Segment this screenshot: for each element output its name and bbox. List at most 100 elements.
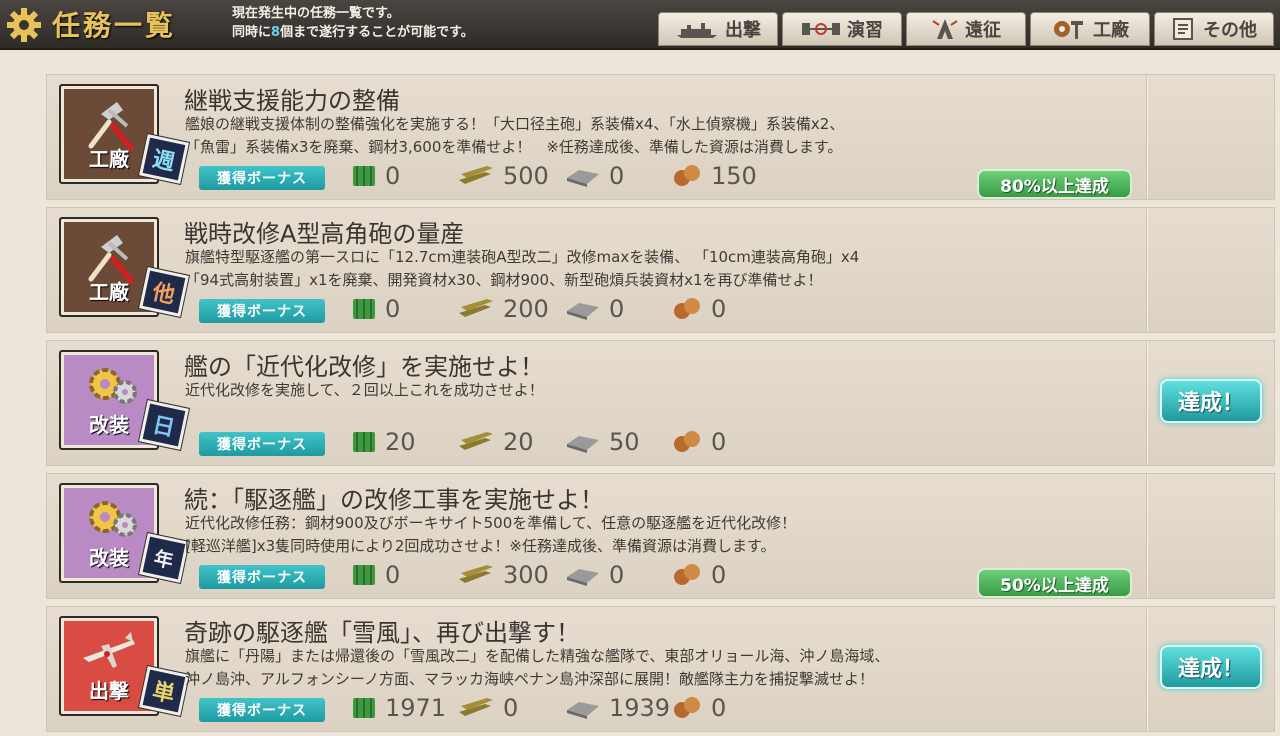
other-icon <box>1173 18 1193 40</box>
reward-fuel: 0 <box>351 560 400 590</box>
card-divider <box>1146 341 1148 465</box>
reward-bauxite-value: 0 <box>711 295 727 323</box>
quest-desc-line-2: [軽巡洋艦]x3隻同時使用により2回成功させよ！※任務達成後、準備資源は消費しま… <box>185 537 776 555</box>
header-bar: 任務一覧 現在発生中の任務一覧です。 同時に8個まで遂行することが可能です。 出… <box>0 0 1280 50</box>
reward-fuel: 0 <box>351 294 400 324</box>
quest-desc-line-1: 近代化改修任務：鋼材900及びボーキサイト500を準備して、任意の駆逐艦を近代化… <box>185 514 797 532</box>
plane-icon <box>83 632 135 668</box>
reward-steel-value: 0 <box>609 561 625 589</box>
bonus-label: 獲得ボーナス <box>199 565 325 589</box>
fuel-icon <box>353 698 375 718</box>
ammo-icon <box>459 432 493 450</box>
steel-icon <box>567 170 599 187</box>
gears-icon <box>89 368 137 404</box>
reward-steel: 0 <box>565 294 624 324</box>
tab-expedition-label: 遠征 <box>965 20 1001 41</box>
arsenal-icon <box>1054 21 1083 39</box>
quest-card[interactable]: 工廠 週 継戦支援能力の整備 艦娘の継戦支援体制の整備強化を実施する！「大口径主… <box>46 74 1275 200</box>
reward-bauxite: 0 <box>671 560 726 590</box>
quest-desc-line-1: 近代化改修を実施して、２回以上これを成功させよ！ <box>185 381 544 399</box>
reward-ammo-value: 0 <box>503 694 519 722</box>
quest-card[interactable]: 改装 年 続：「駆逐艦」の改修工事を実施せよ！ 近代化改修任務：鋼材900及びボ… <box>46 473 1275 599</box>
reward-fuel-value: 0 <box>385 295 401 323</box>
quest-card[interactable]: 改装 日 艦の「近代化改修」を実施せよ！ 近代化改修を実施して、２回以上これを成… <box>46 340 1275 466</box>
reward-ammo: 300 <box>457 560 549 590</box>
quest-desc-line-2: 「94式高射装置」x1を廃棄、開発資材x30、鋼材900、新型砲熕兵装資材x1を… <box>185 271 823 289</box>
fuel-icon <box>353 432 375 452</box>
fuel-icon <box>353 166 375 186</box>
bauxite-icon <box>674 298 700 319</box>
quest-title: 継戦支援能力の整備 <box>184 87 400 115</box>
quest-title: 奇跡の駆逐艦「雪風」、再び出撃す！ <box>184 619 580 647</box>
reward-fuel-value: 0 <box>385 162 401 190</box>
quest-card[interactable]: 出撃 単 奇跡の駆逐艦「雪風」、再び出撃す！ 旗艦に「丹陽」または帰還後の「雪風… <box>46 606 1275 732</box>
achieved-button[interactable]: 達成！ <box>1160 645 1262 689</box>
bauxite-icon <box>674 564 700 585</box>
quest-desc-line-1: 艦娘の継戦支援体制の整備強化を実施する！「大口径主砲」系装備x4、「水上偵察機」… <box>185 115 845 133</box>
desc-line-2-post: 個まで遂行することが可能です。 <box>280 25 474 40</box>
fuel-icon <box>353 565 375 585</box>
reward-ammo: 0 <box>457 693 518 723</box>
reward-fuel-value: 0 <box>385 561 401 589</box>
page-title: 任務一覧 <box>52 9 177 42</box>
tab-other[interactable]: その他 <box>1154 12 1274 46</box>
ammo-icon <box>459 166 493 184</box>
reward-ammo: 20 <box>457 427 534 457</box>
card-divider <box>1146 474 1148 598</box>
gear-icon <box>6 7 42 43</box>
tab-other-label: その他 <box>1203 20 1257 41</box>
reward-bauxite-value: 150 <box>711 162 757 190</box>
quest-title: 戦時改修A型高角砲の量産 <box>184 220 465 248</box>
reward-ammo: 500 <box>457 161 549 191</box>
reward-bauxite-value: 0 <box>711 694 727 722</box>
progress-badge: 50%以上達成 <box>977 568 1132 598</box>
achieved-button[interactable]: 達成！ <box>1160 379 1262 423</box>
quest-title: 続：「駆逐艦」の改修工事を実施せよ！ <box>184 486 604 514</box>
quest-desc-line-2: 「魚雷」系装備x3を廃棄、鋼材3,600を準備せよ！ ※任務達成後、準備した資源… <box>185 138 843 156</box>
quest-desc-line-1: 旗艦に「丹陽」または帰還後の「雪風改二」を配備した精強な艦隊で、東部オリョール海… <box>185 647 890 665</box>
tab-arsenal-label: 工廠 <box>1093 20 1129 41</box>
reward-steel-value: 0 <box>609 295 625 323</box>
ammo-icon <box>459 565 493 583</box>
card-divider <box>1146 75 1148 199</box>
expedition-icon <box>932 19 958 39</box>
quest-description: 近代化改修を実施して、２回以上これを成功させよ！ <box>185 379 1115 402</box>
tab-arsenal[interactable]: 工廠 <box>1030 12 1150 46</box>
steel-icon <box>567 702 599 719</box>
frequency-badge: 週 <box>139 134 189 184</box>
frequency-badge: 単 <box>139 666 189 716</box>
quest-description: 旗艦特型駆逐艦の第一スロに「12.7cm連装砲A型改二」改修maxを装備、 「1… <box>185 246 1115 292</box>
frequency-badge: 年 <box>139 533 189 583</box>
tab-exercise-label: 演習 <box>847 20 883 41</box>
quest-card[interactable]: 工廠 他 戦時改修A型高角砲の量産 旗艦特型駆逐艦の第一スロに「12.7cm連装… <box>46 207 1275 333</box>
frequency-badge: 日 <box>139 400 189 450</box>
reward-bauxite: 0 <box>671 294 726 324</box>
bauxite-icon <box>674 431 700 452</box>
tab-sortie[interactable]: 出撃 <box>658 12 778 46</box>
ammo-icon <box>459 698 493 716</box>
tab-sortie-label: 出撃 <box>725 20 761 41</box>
reward-ammo: 200 <box>457 294 549 324</box>
exercise-icon <box>802 23 840 35</box>
fuel-icon <box>353 299 375 319</box>
reward-ammo-value: 500 <box>503 162 549 190</box>
desc-line-2-pre: 同時に <box>232 25 272 40</box>
quest-desc-line-2: 沖ノ島沖、アルフォンシーノ方面、マラッカ海峡ペナン島沖深部に展開！敵艦隊主力を捕… <box>185 670 874 688</box>
desc-line-2: 同時に8個まで遂行することが可能です。 <box>232 23 474 42</box>
quest-description: 艦娘の継戦支援体制の整備強化を実施する！「大口径主砲」系装備x4、「水上偵察機」… <box>185 113 1115 159</box>
reward-steel: 0 <box>565 560 624 590</box>
reward-bauxite-value: 0 <box>711 561 727 589</box>
tab-exercise[interactable]: 演習 <box>782 12 902 46</box>
reward-steel: 1939 <box>565 693 670 723</box>
bonus-label: 獲得ボーナス <box>199 166 325 190</box>
tab-expedition[interactable]: 遠征 <box>906 12 1026 46</box>
bonus-label: 獲得ボーナス <box>199 698 325 722</box>
reward-steel-value: 50 <box>609 428 640 456</box>
reward-bauxite: 150 <box>671 161 757 191</box>
quest-description: 旗艦に「丹陽」または帰還後の「雪風改二」を配備した精強な艦隊で、東部オリョール海… <box>185 645 1115 691</box>
ammo-icon <box>459 299 493 317</box>
quest-description: 近代化改修任務：鋼材900及びボーキサイト500を準備して、任意の駆逐艦を近代化… <box>185 512 1115 558</box>
reward-fuel: 1971 <box>351 693 446 723</box>
reward-ammo-value: 300 <box>503 561 549 589</box>
reward-ammo-value: 20 <box>503 428 534 456</box>
